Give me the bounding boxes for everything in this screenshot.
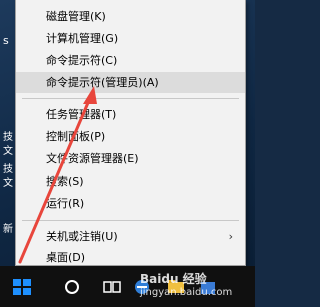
desktop-edge-text: 文 (3, 146, 13, 157)
menu-item-search[interactable]: 搜索(S) (16, 171, 245, 192)
menu-separator (22, 98, 239, 99)
watermark: Baidu 经验 jingyan.baidu.com (140, 272, 250, 304)
menu-item-command-prompt-admin[interactable]: 命令提示符(管理员)(A) (16, 72, 245, 93)
menu-item-label: 控制面板(P) (46, 130, 106, 143)
watermark-brand: Baidu 经验 (140, 272, 207, 286)
menu-item-label: 关机或注销(U) (46, 230, 118, 243)
menu-item-label: 文件资源管理器(E) (46, 152, 139, 165)
menu-item-computer-management[interactable]: 计算机管理(G) (16, 28, 245, 49)
task-view-icon[interactable] (98, 274, 126, 300)
menu-item-task-manager[interactable]: 任务管理器(T) (16, 104, 245, 125)
menu-item-label: 搜索(S) (46, 175, 84, 188)
menu-item-label: 桌面(D) (46, 251, 86, 264)
winx-context-menu: 磁盘管理(K) 计算机管理(G) 命令提示符(C) 命令提示符(管理员)(A) … (15, 0, 246, 266)
desktop-edge-text: 技 (3, 132, 13, 143)
menu-item-run[interactable]: 运行(R) (16, 193, 245, 214)
watermark-url: jingyan.baidu.com (140, 287, 233, 298)
desktop-edge-text: 文 (3, 178, 13, 189)
menu-item-shutdown-signout[interactable]: 关机或注销(U) › (16, 226, 245, 247)
chevron-right-icon: › (228, 230, 233, 243)
menu-item-disk-management[interactable]: 磁盘管理(K) (16, 6, 245, 27)
menu-item-control-panel[interactable]: 控制面板(P) (16, 126, 245, 147)
cortana-search-icon[interactable] (58, 274, 86, 300)
menu-separator (22, 220, 239, 221)
windows-start-icon[interactable] (8, 274, 36, 300)
desktop-edge-text: 新 (3, 224, 13, 235)
menu-item-label: 命令提示符(C) (46, 54, 118, 67)
menu-item-label: 命令提示符(管理员)(A) (46, 76, 159, 89)
menu-item-command-prompt[interactable]: 命令提示符(C) (16, 50, 245, 71)
menu-item-label: 任务管理器(T) (46, 108, 117, 121)
menu-item-label: 计算机管理(G) (46, 32, 119, 45)
menu-item-label: 运行(R) (46, 197, 85, 210)
desktop-edge-text: s (3, 34, 9, 47)
menu-item-desktop[interactable]: 桌面(D) (16, 247, 245, 268)
menu-item-file-explorer[interactable]: 文件资源管理器(E) (16, 148, 245, 169)
menu-item-label: 磁盘管理(K) (46, 10, 106, 23)
desktop-edge-text: 技 (3, 164, 13, 175)
